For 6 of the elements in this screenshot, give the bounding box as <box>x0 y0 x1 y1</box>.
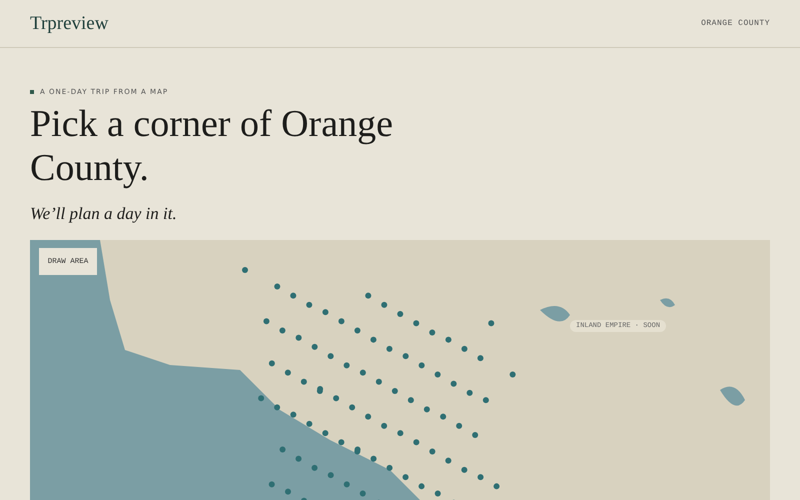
logo[interactable]: Trpreview <box>30 12 108 34</box>
map-drawing[interactable] <box>30 240 770 500</box>
subtitle: We’ll plan a day in it. <box>30 204 178 224</box>
region-label: ORANGE COUNTY <box>701 19 770 28</box>
headline: Pick a corner of Orange County. <box>30 102 394 190</box>
square-icon <box>30 90 34 94</box>
